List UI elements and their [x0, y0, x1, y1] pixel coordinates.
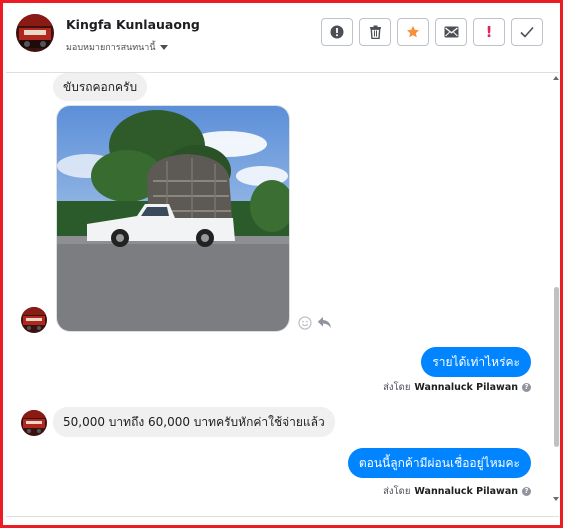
incoming-message[interactable]: ขับรถคอกครับ [53, 73, 148, 101]
scroll-up-arrow[interactable] [553, 76, 559, 80]
sent-by-label: ส่งโดย [383, 382, 411, 393]
assign-conversation-dropdown[interactable]: มอบหมายการสนทนานี้ [66, 40, 168, 54]
mark-unread-button[interactable] [435, 18, 467, 46]
done-button[interactable] [511, 18, 543, 46]
envelope-icon [444, 26, 458, 38]
incoming-message[interactable]: 50,000 บาทถึง 60,000 บาทครับหักค่าใช้จ่า… [53, 407, 335, 437]
sent-by-label: ส่งโดย [383, 486, 411, 497]
delete-button[interactable] [359, 18, 391, 46]
chevron-down-icon [159, 44, 168, 50]
composer-edge [6, 516, 559, 525]
info-button[interactable] [321, 18, 353, 46]
exclamation-circle-icon [330, 25, 344, 39]
sender-name[interactable]: Wannaluck Pilawan [414, 486, 518, 497]
outgoing-message[interactable]: รายได้เท่าไหร่คะ [421, 347, 531, 377]
message-thread[interactable]: ขับรถคอกครับ รายได้เท่าไหร่คะ ส่งโดย Wan… [6, 73, 551, 523]
assign-label: มอบหมายการสนทนานี้ [66, 43, 156, 53]
contact-avatar-small[interactable] [21, 307, 47, 333]
header-toolbar: ! [321, 18, 543, 46]
help-icon[interactable]: ? [522, 487, 531, 496]
photo-pickup-truck [57, 106, 289, 331]
message-text: รายได้เท่าไหร่คะ [432, 355, 520, 369]
contact-name[interactable]: Kingfa Kunlauaong [66, 17, 200, 32]
react-emoji-icon[interactable] [298, 316, 312, 330]
sent-by-info: ส่งโดย Wannaluck Pilawan ? [383, 380, 531, 395]
conversation-header: Kingfa Kunlauaong มอบหมายการสนทนานี้ ! [6, 6, 559, 73]
message-text: ขับรถคอกครับ [63, 80, 138, 94]
help-icon[interactable]: ? [522, 383, 531, 392]
app-window: Kingfa Kunlauaong มอบหมายการสนทนานี้ ! ข… [0, 0, 563, 528]
sent-by-info: ส่งโดย Wannaluck Pilawan ? [383, 484, 531, 499]
check-icon [520, 26, 534, 38]
sender-name[interactable]: Wannaluck Pilawan [414, 382, 518, 393]
message-photo[interactable] [56, 105, 290, 332]
trash-icon [369, 25, 381, 39]
outgoing-message[interactable]: ตอนนี้ลูกค้ามีผ่อนเชื่ออยู่ไหมคะ [347, 448, 531, 478]
scrollbar-thumb[interactable] [554, 287, 559, 447]
reply-icon[interactable] [317, 316, 332, 329]
star-icon [406, 25, 420, 38]
star-button[interactable] [397, 18, 429, 46]
spam-button[interactable]: ! [473, 18, 505, 46]
contact-avatar-small[interactable] [21, 410, 47, 436]
scroll-down-arrow[interactable] [553, 497, 559, 501]
exclamation-icon: ! [485, 22, 493, 41]
message-text: 50,000 บาทถึง 60,000 บาทครับหักค่าใช้จ่า… [63, 415, 325, 429]
message-text: ตอนนี้ลูกค้ามีผ่อนเชื่ออยู่ไหมคะ [358, 456, 520, 470]
contact-avatar[interactable] [16, 14, 54, 52]
